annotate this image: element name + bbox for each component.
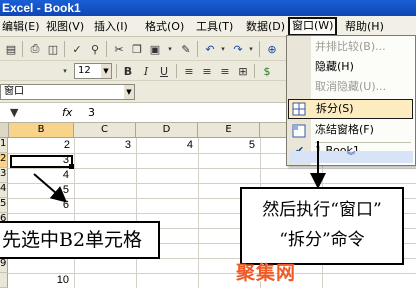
paste-icon[interactable]: ▣ xyxy=(147,41,163,57)
toolbar-separator xyxy=(106,41,107,57)
column-header-e[interactable]: E xyxy=(198,123,260,138)
merge-center-icon[interactable]: ⊞ xyxy=(235,63,251,79)
redo-icon[interactable]: ↷ xyxy=(230,41,246,57)
undo-icon[interactable]: ↶ xyxy=(202,41,218,57)
fx-icon[interactable]: fx xyxy=(62,106,72,119)
paste-dropdown-icon[interactable]: ▾ xyxy=(165,41,175,57)
select-all-corner[interactable] xyxy=(0,123,9,138)
formula-input[interactable]: 3 xyxy=(88,106,95,119)
menu-data[interactable]: 数据(D) xyxy=(244,18,287,35)
menu-insert[interactable]: 插入(I) xyxy=(92,18,130,35)
redo-dropdown-icon[interactable]: ▾ xyxy=(246,41,256,57)
instruction-callout-right: 然后执行“窗口” “拆分”命令 xyxy=(240,187,404,265)
window-title: Excel - Book1 xyxy=(0,0,416,16)
window-menu-dropdown: 并排比较(B)... 隐藏(H) 取消隐藏(U)... 拆分(S) 冻结窗格(F… xyxy=(286,35,416,166)
row-header-3[interactable]: 3 xyxy=(0,168,8,183)
freeze-panes-icon xyxy=(292,124,306,138)
row-header-2[interactable]: 2 xyxy=(0,153,8,168)
menu-bar: 编辑(E) 视图(V) 插入(I) 格式(O) 工具(T) 数据(D) 窗口(W… xyxy=(0,16,416,37)
row-header-9[interactable]: 9 xyxy=(0,258,8,273)
cell-b10[interactable]: 10 xyxy=(10,274,69,287)
fill-handle[interactable] xyxy=(69,164,74,169)
cell-b1[interactable]: 2 xyxy=(10,139,70,152)
gridline xyxy=(8,183,416,184)
row-header-4[interactable]: 4 xyxy=(0,183,8,198)
format-painter-icon[interactable]: ✎ xyxy=(178,41,194,57)
gridline xyxy=(198,138,199,288)
cell-b5[interactable]: 6 xyxy=(10,199,69,212)
menu-tools[interactable]: 工具(T) xyxy=(194,18,235,35)
chevron-down-icon[interactable]: ▼ xyxy=(124,85,134,99)
toolbar-separator xyxy=(197,41,198,57)
cell-d1[interactable]: 4 xyxy=(136,139,193,152)
font-size-select[interactable]: 12 ▼ xyxy=(74,63,112,79)
menu-format[interactable]: 格式(O) xyxy=(143,18,186,35)
instruction-line-1: 然后执行“窗口” xyxy=(262,200,382,220)
copy-icon[interactable]: ❐ xyxy=(129,41,145,57)
undo-dropdown-icon[interactable]: ▾ xyxy=(218,41,228,57)
toolbar-separator xyxy=(64,41,65,57)
menu-split[interactable]: 拆分(S) xyxy=(288,99,413,119)
underline-icon[interactable]: U xyxy=(156,63,172,79)
font-dropdown-icon[interactable]: ▾ xyxy=(60,63,70,79)
gridline xyxy=(74,138,75,288)
toolbar-separator xyxy=(259,41,260,57)
toolbar-separator xyxy=(22,41,23,57)
menu-freeze-panes[interactable]: 冻结窗格(F) xyxy=(287,121,415,141)
spelling-icon[interactable]: ✓ xyxy=(69,41,85,57)
cut-icon[interactable]: ✂ xyxy=(111,41,127,57)
currency-icon[interactable]: $ xyxy=(259,63,275,79)
column-header-b[interactable]: B xyxy=(9,123,74,138)
name-box-value: 窗口 xyxy=(4,86,24,97)
gridline xyxy=(136,138,137,288)
column-header-c[interactable]: C xyxy=(74,123,136,138)
toolbar-separator xyxy=(254,64,255,78)
cell-b4[interactable]: 5 xyxy=(10,184,69,197)
research-icon[interactable]: ⚲ xyxy=(87,41,103,57)
instruction-line-2: “拆分”命令 xyxy=(279,230,365,250)
name-box[interactable]: 窗口 ▼ xyxy=(0,84,135,100)
toolbar-separator xyxy=(176,64,177,78)
cell-c1[interactable]: 3 xyxy=(74,139,131,152)
save-icon[interactable]: ▤ xyxy=(3,41,19,57)
menu-compare-side-by-side[interactable]: 并排比较(B)... xyxy=(287,38,415,58)
split-icon xyxy=(292,102,306,116)
print-icon[interactable]: ⎙ xyxy=(27,41,43,57)
row-header-10[interactable] xyxy=(0,273,8,288)
bold-icon[interactable]: B xyxy=(120,63,136,79)
align-center-icon[interactable]: ≡ xyxy=(199,63,215,79)
chevron-down-icon[interactable]: ▼ xyxy=(101,64,111,78)
menu-help[interactable]: 帮助(H) xyxy=(343,18,386,35)
menu-unhide[interactable]: 取消隐藏(U)... xyxy=(287,78,415,98)
expand-menu-chevron-icon[interactable]: ︾ xyxy=(289,151,413,163)
cell-b3[interactable]: 4 xyxy=(10,169,69,182)
menu-hide[interactable]: 隐藏(H) xyxy=(287,58,415,78)
menu-view[interactable]: 视图(V) xyxy=(44,18,86,35)
active-cell-b2[interactable] xyxy=(10,155,73,168)
row-header-5[interactable]: 5 xyxy=(0,198,8,213)
menu-edit[interactable]: 编辑(E) xyxy=(0,18,42,35)
toolbar-separator xyxy=(116,64,117,78)
print-preview-icon[interactable]: ◫ xyxy=(45,41,61,57)
align-right-icon[interactable]: ≡ xyxy=(217,63,233,79)
hyperlink-icon[interactable]: ⊕ xyxy=(264,41,280,57)
gridline xyxy=(8,273,416,274)
watermark-logo: 聚集网 xyxy=(236,262,297,284)
instruction-callout-left: 先选中B2单元格 xyxy=(0,221,160,259)
font-size-value: 12 xyxy=(78,65,91,76)
align-left-icon[interactable]: ≡ xyxy=(181,63,197,79)
column-header-d[interactable]: D xyxy=(136,123,198,138)
name-dropdown-icon[interactable]: ▼ xyxy=(10,106,18,119)
italic-icon[interactable]: I xyxy=(138,63,154,79)
menu-window[interactable]: 窗口(W) xyxy=(288,17,338,36)
cell-e1[interactable]: 5 xyxy=(198,139,255,152)
row-header-1[interactable]: 1 xyxy=(0,138,8,153)
